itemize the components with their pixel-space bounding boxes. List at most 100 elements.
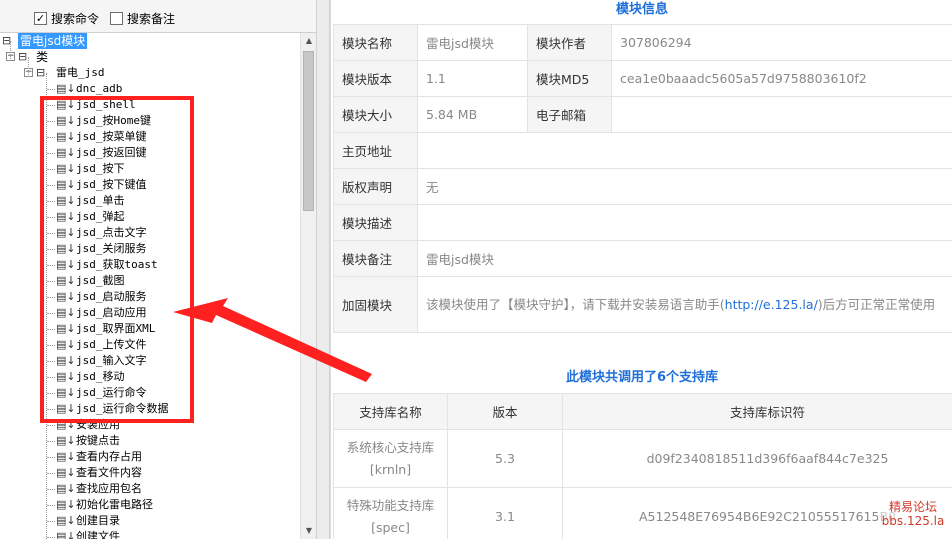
tree-scrollbar[interactable]: ▲ ▼ bbox=[300, 33, 316, 539]
tree-command-item[interactable]: ▤↓ 创建目录 bbox=[0, 513, 300, 529]
tree-command-item[interactable]: ▤↓ jsd_获取toast bbox=[0, 257, 300, 273]
tree-command-item[interactable]: ▤↓ jsd_启动应用 bbox=[0, 305, 300, 321]
lib-name-cell: 特殊功能支持库 [spec] bbox=[333, 487, 448, 539]
tree-command-item[interactable]: ▤↓ 初始化雷电路径 bbox=[0, 497, 300, 513]
tree-command-item[interactable]: ▤↓ jsd_截图 bbox=[0, 273, 300, 289]
command-node-icon: ▤↓ bbox=[56, 450, 76, 463]
scroll-thumb[interactable] bbox=[303, 51, 314, 211]
tree-command-item[interactable]: ▤↓ jsd_单击 bbox=[0, 193, 300, 209]
tree-guide-line bbox=[47, 217, 55, 218]
tree-command-item[interactable]: ▤↓ jsd_上传文件 bbox=[0, 337, 300, 353]
tree-command-item[interactable]: ▤↓ jsd_点击文字 bbox=[0, 225, 300, 241]
tree-guide-line bbox=[47, 361, 55, 362]
command-tree[interactable]: ⊟ 雷电jsd模块 − ⊟ 类 − ⊟ 雷电_jsd ▤↓ dnc_adb ▤↓ js… bbox=[0, 33, 300, 539]
col-lib-version: 版本 bbox=[447, 393, 563, 430]
support-libs-table: 支持库名称 版本 支持库标识符 系统核心支持库 [krnln] 5.3 d09f234… bbox=[333, 393, 952, 539]
lib-version: 5.3 bbox=[447, 429, 563, 488]
tree-node-module[interactable]: − ⊟ 雷电_jsd bbox=[0, 65, 300, 81]
module-tree-panel: ✓ 搜索命令 搜索备注 ⊟ 雷电jsd模块 − ⊟ 类 − ⊟ 雷电_jsd ▤… bbox=[0, 0, 330, 539]
command-node-icon: ▤↓ bbox=[56, 498, 76, 511]
command-node-icon: ▤↓ bbox=[56, 146, 76, 159]
command-node-icon: ▤↓ bbox=[56, 402, 76, 415]
tree-guide-line bbox=[47, 473, 55, 474]
tree-command-item[interactable]: ▤↓ jsd_按菜单键 bbox=[0, 129, 300, 145]
tree-command-item[interactable]: ▤↓ 查看内存占用 bbox=[0, 449, 300, 465]
tree-command-item[interactable]: ▤↓ jsd_启动服务 bbox=[0, 289, 300, 305]
tree-root-label: 雷电jsd模块 bbox=[18, 33, 88, 49]
command-node-icon: ▤↓ bbox=[56, 466, 76, 479]
tree-command-item[interactable]: ▤↓ jsd_运行命令数据 bbox=[0, 401, 300, 417]
tree-command-label: dnc_adb bbox=[76, 82, 123, 95]
command-node-icon: ▤↓ bbox=[56, 434, 76, 447]
tree-command-item[interactable]: ▤↓ dnc_adb bbox=[0, 81, 300, 97]
command-node-icon: ▤↓ bbox=[56, 418, 76, 431]
info-key: 加固模块 bbox=[333, 276, 418, 333]
tree-command-item[interactable]: ▤↓ jsd_移动 bbox=[0, 369, 300, 385]
tree-command-label: jsd_运行命令 bbox=[76, 386, 147, 399]
protection-text-before: 该模块使用了【模块守护】，请下载并安装易语言助手( bbox=[426, 296, 725, 312]
scroll-up-icon[interactable]: ▲ bbox=[301, 33, 317, 49]
lib-name-cell: 系统核心支持库 [krnln] bbox=[333, 429, 448, 488]
tree-command-label: jsd_获取toast bbox=[76, 258, 158, 271]
class-node-icon: ⊟ bbox=[18, 50, 28, 63]
tree-command-item[interactable]: ▤↓ jsd_运行命令 bbox=[0, 385, 300, 401]
tree-command-label: jsd_上传文件 bbox=[76, 338, 147, 351]
tree-command-label: jsd_运行命令数据 bbox=[76, 402, 169, 415]
tree-command-item[interactable]: ▤↓ jsd_弹起 bbox=[0, 209, 300, 225]
col-lib-id: 支持库标识符 bbox=[562, 393, 952, 430]
tree-command-item[interactable]: ▤↓ jsd_按返回键 bbox=[0, 145, 300, 161]
tree-command-item[interactable]: ▤↓ jsd_取界面XML bbox=[0, 321, 300, 337]
search-commands-checkbox[interactable]: ✓ 搜索命令 bbox=[34, 10, 99, 26]
tree-command-item[interactable]: ▤↓ jsd_输入文字 bbox=[0, 353, 300, 369]
tree-command-item[interactable]: ▤↓ 创建文件 bbox=[0, 529, 300, 539]
lib-code: [krnln] bbox=[369, 461, 412, 477]
scroll-down-icon[interactable]: ▼ bbox=[301, 523, 317, 539]
helper-download-link[interactable]: http://e.125.la/ bbox=[725, 297, 818, 312]
tree-command-item[interactable]: ▤↓ 安装应用 bbox=[0, 417, 300, 433]
tree-command-item[interactable]: ▤↓ jsd_按Home键 bbox=[0, 113, 300, 129]
panel-splitter[interactable] bbox=[316, 0, 330, 539]
tree-guide-line bbox=[47, 521, 55, 522]
info-row: 模块版本 1.1 模块MD5 cea1e0baaadc5605a57d97588036… bbox=[333, 60, 952, 97]
tree-node-root[interactable]: ⊟ 雷电jsd模块 bbox=[0, 33, 300, 49]
tree-command-item[interactable]: ▤↓ jsd_按下 bbox=[0, 161, 300, 177]
info-value: cea1e0baaadc5605a57d9758803610f2 bbox=[611, 60, 952, 97]
search-notes-label: 搜索备注 bbox=[127, 11, 176, 26]
tree-guide-line bbox=[47, 153, 55, 154]
tree-command-item[interactable]: ▤↓ 按键点击 bbox=[0, 433, 300, 449]
tree-command-label: jsd_点击文字 bbox=[76, 226, 147, 239]
tree-guide-line bbox=[47, 457, 55, 458]
info-row: 模块名称 雷电jsd模块 模块作者 307806294 bbox=[333, 24, 952, 61]
info-key: 模块名称 bbox=[333, 24, 418, 61]
tree-command-label: jsd_按返回键 bbox=[76, 146, 147, 159]
tree-guide-line bbox=[47, 377, 55, 378]
tree-command-item[interactable]: ▤↓ 查找应用包名 bbox=[0, 481, 300, 497]
tree-guide-line bbox=[47, 185, 55, 186]
tree-guide-line bbox=[47, 233, 55, 234]
command-node-icon: ▤↓ bbox=[56, 354, 76, 367]
tree-command-item[interactable]: ▤↓ 查看文件内容 bbox=[0, 465, 300, 481]
tree-command-item[interactable]: ▤↓ jsd_shell bbox=[0, 97, 300, 113]
info-key: 模块作者 bbox=[527, 24, 612, 61]
tree-guide-line bbox=[28, 57, 29, 77]
tree-command-label: jsd_截图 bbox=[76, 274, 125, 287]
tree-node-class[interactable]: − ⊟ 类 bbox=[0, 49, 300, 65]
search-notes-checkbox[interactable]: 搜索备注 bbox=[110, 10, 175, 26]
tree-command-label: jsd_取界面XML bbox=[76, 322, 156, 335]
info-key: 版权声明 bbox=[333, 168, 418, 205]
info-key: 模块MD5 bbox=[527, 60, 612, 97]
info-key: 模块大小 bbox=[333, 96, 418, 133]
protection-notice: 该模块使用了【模块守护】，请下载并安装易语言助手(http://e.125.la… bbox=[417, 276, 952, 333]
tree-command-item[interactable]: ▤↓ jsd_按下键值 bbox=[0, 177, 300, 193]
info-value: 雷电jsd模块 bbox=[417, 240, 952, 277]
tree-command-item[interactable]: ▤↓ jsd_关闭服务 bbox=[0, 241, 300, 257]
tree-guide-line bbox=[47, 137, 55, 138]
tree-guide-line bbox=[47, 425, 55, 426]
tree-guide-line bbox=[47, 265, 55, 266]
tree-command-label: jsd_shell bbox=[76, 98, 136, 111]
command-node-icon: ▤↓ bbox=[56, 306, 76, 319]
tree-command-label: jsd_按下 bbox=[76, 162, 125, 175]
tree-command-label: jsd_单击 bbox=[76, 194, 125, 207]
tree-command-label: jsd_按菜单键 bbox=[76, 130, 147, 143]
info-row-copyright: 版权声明无 bbox=[333, 168, 952, 205]
